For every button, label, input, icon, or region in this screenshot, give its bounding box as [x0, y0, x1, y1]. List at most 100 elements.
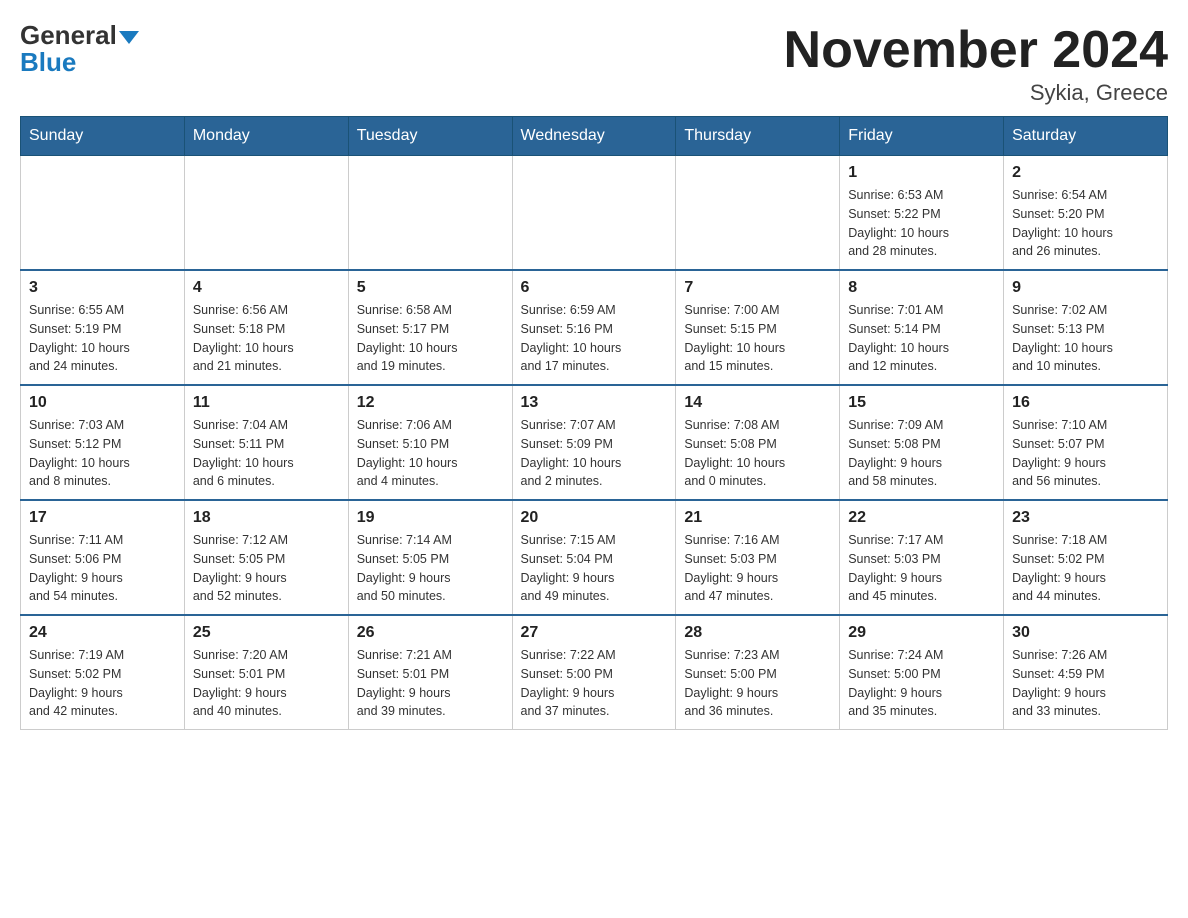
day-info: Sunrise: 7:24 AM Sunset: 5:00 PM Dayligh… [848, 646, 995, 721]
day-number: 14 [684, 394, 831, 412]
calendar-cell: 22 Sunrise: 7:17 AM Sunset: 5:03 PM Dayli… [840, 500, 1004, 615]
day-info: Sunrise: 7:26 AM Sunset: 4:59 PM Dayligh… [1012, 646, 1159, 721]
calendar-day-header: Sunday [21, 117, 185, 156]
calendar-cell: 29 Sunrise: 7:24 AM Sunset: 5:00 PM Dayli… [840, 615, 1004, 730]
calendar-cell: 6 Sunrise: 6:59 AM Sunset: 5:16 PM Daylig… [512, 270, 676, 385]
calendar-cell: 4Sunrise: 6:56 AM Sunset: 5:18 PM Daylig… [184, 270, 348, 385]
calendar-header-row: SundayMondayTuesdayWednesdayThursdayFrid… [21, 117, 1168, 156]
day-number: 18 [193, 509, 340, 527]
calendar-cell: 18 Sunrise: 7:12 AM Sunset: 5:05 PM Dayli… [184, 500, 348, 615]
calendar-day-header: Tuesday [348, 117, 512, 156]
calendar-cell: 8Sunrise: 7:01 AM Sunset: 5:14 PM Daylig… [840, 270, 1004, 385]
calendar-cell: 19 Sunrise: 7:14 AM Sunset: 5:05 PM Dayli… [348, 500, 512, 615]
day-info: Sunrise: 7:23 AM Sunset: 5:00 PM Dayligh… [684, 646, 831, 721]
day-number: 6 [521, 279, 668, 297]
day-number: 22 [848, 509, 995, 527]
day-number: 19 [357, 509, 504, 527]
calendar-cell: 30 Sunrise: 7:26 AM Sunset: 4:59 PM Dayli… [1004, 615, 1168, 730]
logo: General Blue [20, 20, 139, 78]
day-info: Sunrise: 7:17 AM Sunset: 5:03 PM Dayligh… [848, 531, 995, 606]
day-number: 15 [848, 394, 995, 412]
day-number: 21 [684, 509, 831, 527]
day-info: Sunrise: 7:02 AM Sunset: 5:13 PM Dayligh… [1012, 301, 1159, 376]
calendar-cell [21, 156, 185, 271]
day-number: 1 [848, 164, 995, 182]
logo-blue: Blue [20, 47, 76, 78]
day-info: Sunrise: 7:16 AM Sunset: 5:03 PM Dayligh… [684, 531, 831, 606]
calendar-cell: 23 Sunrise: 7:18 AM Sunset: 5:02 PM Dayli… [1004, 500, 1168, 615]
day-number: 5 [357, 279, 504, 297]
day-info: Sunrise: 7:19 AM Sunset: 5:02 PM Dayligh… [29, 646, 176, 721]
day-info: Sunrise: 7:12 AM Sunset: 5:05 PM Dayligh… [193, 531, 340, 606]
title-section: November 2024 Sykia, Greece [784, 20, 1168, 106]
calendar-cell: 28 Sunrise: 7:23 AM Sunset: 5:00 PM Dayli… [676, 615, 840, 730]
day-number: 9 [1012, 279, 1159, 297]
day-number: 29 [848, 624, 995, 642]
day-info: Sunrise: 6:58 AM Sunset: 5:17 PM Dayligh… [357, 301, 504, 376]
page-header: General Blue November 2024 Sykia, Greece [20, 20, 1168, 106]
calendar-cell: 12 Sunrise: 7:06 AM Sunset: 5:10 PM Dayli… [348, 385, 512, 500]
day-info: Sunrise: 7:10 AM Sunset: 5:07 PM Dayligh… [1012, 416, 1159, 491]
calendar-week-row: 24Sunrise: 7:19 AM Sunset: 5:02 PM Dayli… [21, 615, 1168, 730]
calendar-cell: 1 Sunrise: 6:53 AM Sunset: 5:22 PM Daylig… [840, 156, 1004, 271]
calendar-cell: 15 Sunrise: 7:09 AM Sunset: 5:08 PM Dayli… [840, 385, 1004, 500]
calendar-day-header: Wednesday [512, 117, 676, 156]
calendar-cell: 7 Sunrise: 7:00 AM Sunset: 5:15 PM Daylig… [676, 270, 840, 385]
calendar-day-header: Monday [184, 117, 348, 156]
day-number: 10 [29, 394, 176, 412]
day-info: Sunrise: 7:22 AM Sunset: 5:00 PM Dayligh… [521, 646, 668, 721]
calendar-week-row: 10 Sunrise: 7:03 AM Sunset: 5:12 PM Dayli… [21, 385, 1168, 500]
calendar-cell: 3 Sunrise: 6:55 AM Sunset: 5:19 PM Daylig… [21, 270, 185, 385]
day-info: Sunrise: 6:55 AM Sunset: 5:19 PM Dayligh… [29, 301, 176, 376]
day-number: 30 [1012, 624, 1159, 642]
calendar-table: SundayMondayTuesdayWednesdayThursdayFrid… [20, 116, 1168, 730]
day-info: Sunrise: 7:11 AM Sunset: 5:06 PM Dayligh… [29, 531, 176, 606]
calendar-cell: 9 Sunrise: 7:02 AM Sunset: 5:13 PM Daylig… [1004, 270, 1168, 385]
day-info: Sunrise: 7:06 AM Sunset: 5:10 PM Dayligh… [357, 416, 504, 491]
calendar-cell: 2 Sunrise: 6:54 AM Sunset: 5:20 PM Daylig… [1004, 156, 1168, 271]
day-info: Sunrise: 7:18 AM Sunset: 5:02 PM Dayligh… [1012, 531, 1159, 606]
day-number: 25 [193, 624, 340, 642]
day-number: 12 [357, 394, 504, 412]
day-info: Sunrise: 7:14 AM Sunset: 5:05 PM Dayligh… [357, 531, 504, 606]
calendar-cell: 16Sunrise: 7:10 AM Sunset: 5:07 PM Dayli… [1004, 385, 1168, 500]
day-info: Sunrise: 6:59 AM Sunset: 5:16 PM Dayligh… [521, 301, 668, 376]
calendar-cell: 21 Sunrise: 7:16 AM Sunset: 5:03 PM Dayli… [676, 500, 840, 615]
calendar-cell [512, 156, 676, 271]
day-number: 27 [521, 624, 668, 642]
day-info: Sunrise: 7:20 AM Sunset: 5:01 PM Dayligh… [193, 646, 340, 721]
day-info: Sunrise: 7:03 AM Sunset: 5:12 PM Dayligh… [29, 416, 176, 491]
day-info: Sunrise: 6:56 AM Sunset: 5:18 PM Dayligh… [193, 301, 340, 376]
day-info: Sunrise: 7:09 AM Sunset: 5:08 PM Dayligh… [848, 416, 995, 491]
calendar-cell: 20 Sunrise: 7:15 AM Sunset: 5:04 PM Dayli… [512, 500, 676, 615]
day-info: Sunrise: 7:00 AM Sunset: 5:15 PM Dayligh… [684, 301, 831, 376]
day-number: 3 [29, 279, 176, 297]
day-number: 17 [29, 509, 176, 527]
day-info: Sunrise: 6:54 AM Sunset: 5:20 PM Dayligh… [1012, 186, 1159, 261]
calendar-cell: 14 Sunrise: 7:08 AM Sunset: 5:08 PM Dayli… [676, 385, 840, 500]
calendar-cell: 13Sunrise: 7:07 AM Sunset: 5:09 PM Dayli… [512, 385, 676, 500]
day-number: 2 [1012, 164, 1159, 182]
day-number: 7 [684, 279, 831, 297]
calendar-cell: 26Sunrise: 7:21 AM Sunset: 5:01 PM Dayli… [348, 615, 512, 730]
logo-triangle-icon [119, 31, 139, 44]
day-number: 13 [521, 394, 668, 412]
day-info: Sunrise: 7:21 AM Sunset: 5:01 PM Dayligh… [357, 646, 504, 721]
day-info: Sunrise: 7:15 AM Sunset: 5:04 PM Dayligh… [521, 531, 668, 606]
calendar-cell: 25 Sunrise: 7:20 AM Sunset: 5:01 PM Dayli… [184, 615, 348, 730]
day-number: 20 [521, 509, 668, 527]
calendar-cell: 5 Sunrise: 6:58 AM Sunset: 5:17 PM Daylig… [348, 270, 512, 385]
calendar-day-header: Friday [840, 117, 1004, 156]
calendar-cell: 11Sunrise: 7:04 AM Sunset: 5:11 PM Dayli… [184, 385, 348, 500]
day-info: Sunrise: 7:08 AM Sunset: 5:08 PM Dayligh… [684, 416, 831, 491]
day-number: 28 [684, 624, 831, 642]
day-number: 23 [1012, 509, 1159, 527]
calendar-cell: 27 Sunrise: 7:22 AM Sunset: 5:00 PM Dayli… [512, 615, 676, 730]
calendar-cell [184, 156, 348, 271]
calendar-week-row: 1 Sunrise: 6:53 AM Sunset: 5:22 PM Daylig… [21, 156, 1168, 271]
calendar-cell [348, 156, 512, 271]
day-info: Sunrise: 6:53 AM Sunset: 5:22 PM Dayligh… [848, 186, 995, 261]
location-text: Sykia, Greece [784, 80, 1168, 106]
calendar-cell: 24Sunrise: 7:19 AM Sunset: 5:02 PM Dayli… [21, 615, 185, 730]
month-title: November 2024 [784, 20, 1168, 80]
